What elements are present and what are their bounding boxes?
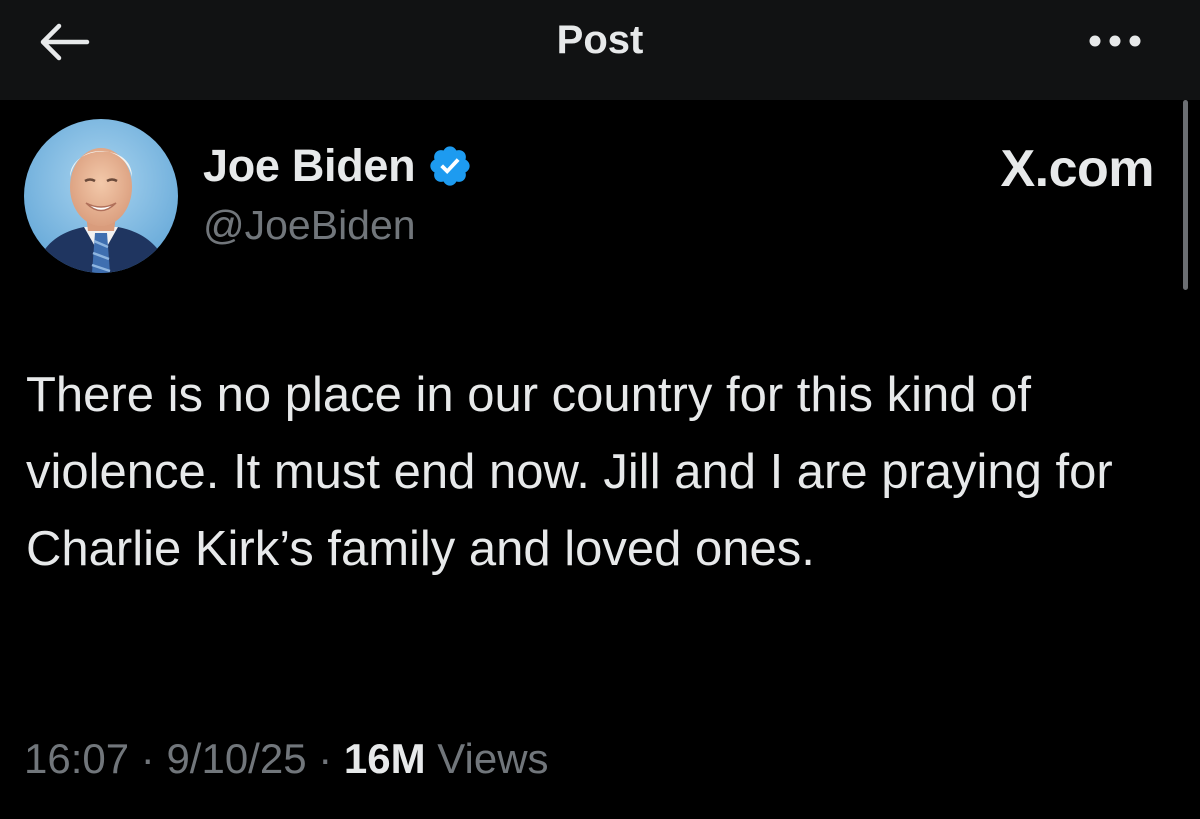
avatar[interactable]	[24, 119, 178, 273]
views-label: Views	[425, 735, 549, 782]
post-date[interactable]: 9/10/25	[166, 735, 306, 782]
post-text: There is no place in our country for thi…	[26, 368, 1113, 576]
more-options-button[interactable]	[1070, 16, 1160, 66]
scrollbar-thumb[interactable]	[1183, 100, 1188, 290]
scrollbar[interactable]	[1180, 100, 1192, 300]
meta-separator: ·	[306, 735, 344, 782]
top-bar: Post	[0, 0, 1200, 100]
back-arrow-icon	[40, 23, 90, 61]
post-time[interactable]: 16:07	[24, 735, 129, 782]
views-count: 16M	[343, 735, 426, 782]
page-title: Post	[556, 18, 644, 62]
author-name-row[interactable]: Joe Biden	[203, 140, 473, 192]
author-handle[interactable]: @JoeBiden	[203, 202, 416, 249]
post-meta: 16:07 · 9/10/25 · 16M Views	[24, 735, 549, 783]
avatar-photo	[24, 119, 178, 273]
back-button[interactable]	[30, 14, 98, 70]
meta-separator: ·	[129, 735, 167, 782]
brand-label: X.com	[1000, 140, 1154, 198]
author-display-name: Joe Biden	[203, 140, 416, 191]
more-options-icon	[1089, 35, 1141, 47]
verified-badge-icon	[430, 146, 471, 186]
